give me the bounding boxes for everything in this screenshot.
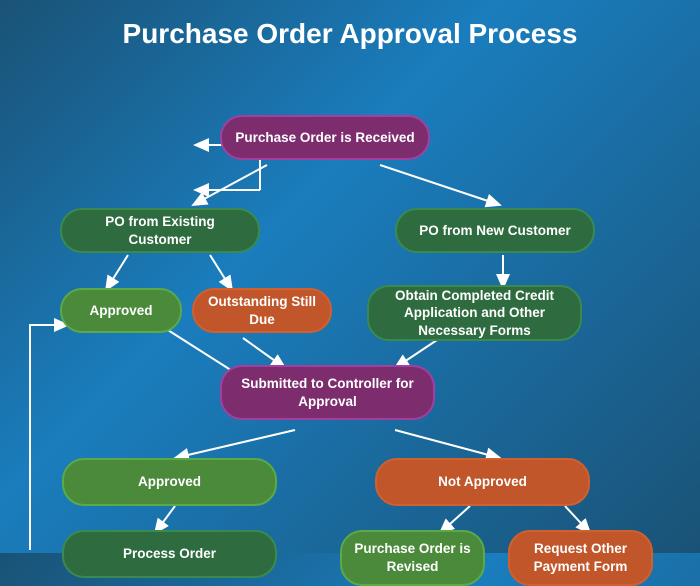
node-submitted-controller: Submitted to Controller for Approval <box>220 365 435 420</box>
node-purchase-order-revised: Purchase Order is Revised <box>340 530 485 586</box>
node-process-order: Process Order <box>62 530 277 578</box>
node-request-other-payment: Request Other Payment Form <box>508 530 653 586</box>
node-po-new-customer: PO from New Customer <box>395 208 595 253</box>
node-po-existing-customer: PO from Existing Customer <box>60 208 260 253</box>
page-title: Purchase Order Approval Process <box>0 0 700 60</box>
node-outstanding-still-due: Outstanding Still Due <box>192 288 332 333</box>
node-obtain-credit: Obtain Completed Credit Application and … <box>367 285 582 341</box>
node-not-approved: Not Approved <box>375 458 590 506</box>
flowchart: Purchase Order is Received PO from Exist… <box>0 60 700 550</box>
node-approved-left: Approved <box>60 288 182 333</box>
node-approved-bottom: Approved <box>62 458 277 506</box>
node-purchase-order-received: Purchase Order is Received <box>220 115 430 160</box>
